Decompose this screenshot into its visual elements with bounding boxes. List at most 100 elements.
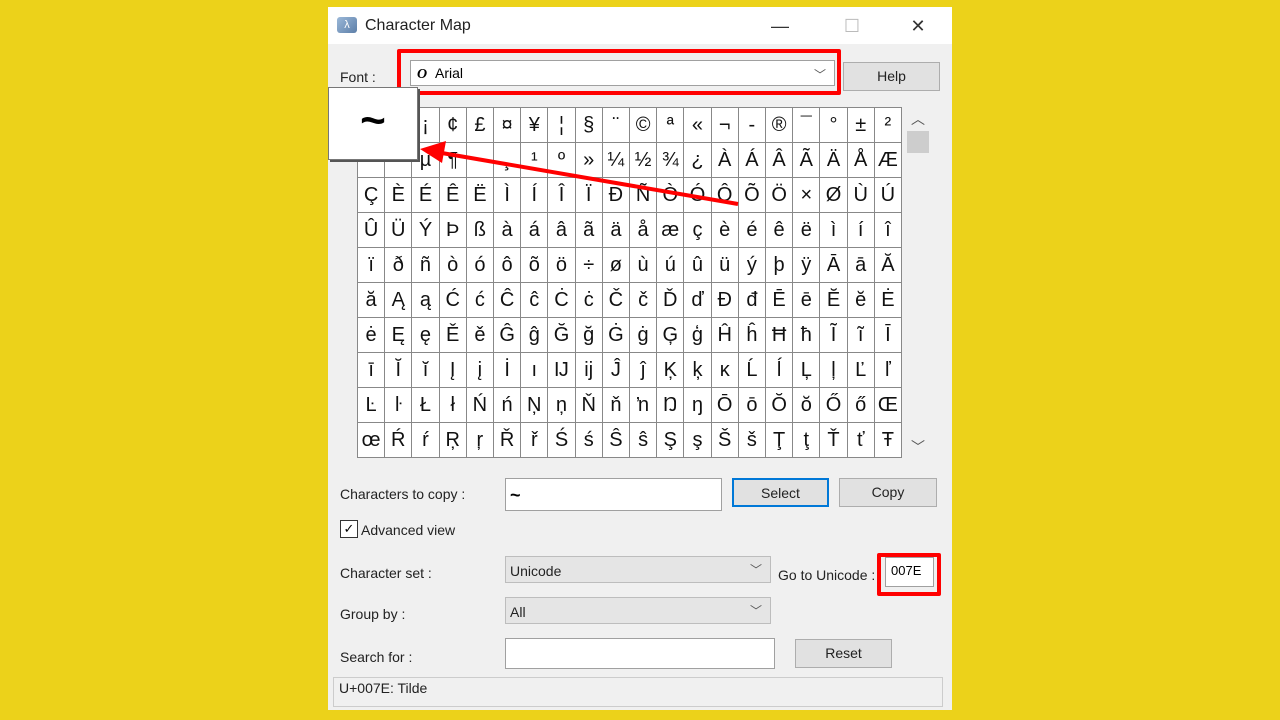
character-cell[interactable]: Ō: [711, 388, 739, 423]
character-cell[interactable]: ĭ: [412, 353, 440, 388]
character-cell[interactable]: ť: [847, 423, 875, 458]
character-cell[interactable]: Ŝ: [602, 423, 630, 458]
character-cell[interactable]: ŋ: [684, 388, 712, 423]
character-cell[interactable]: Ŗ: [439, 423, 467, 458]
character-cell[interactable]: Ŧ: [874, 423, 902, 458]
character-cell[interactable]: Ĺ: [738, 353, 766, 388]
character-cell[interactable]: Š: [711, 423, 739, 458]
character-cell[interactable]: Ř: [494, 423, 522, 458]
character-cell[interactable]: ė: [358, 318, 386, 353]
character-cell[interactable]: Ľ: [847, 353, 875, 388]
character-cell[interactable]: Ġ: [602, 318, 630, 353]
character-cell[interactable]: ě: [466, 318, 494, 353]
character-cell[interactable]: ř: [521, 423, 549, 458]
character-cell[interactable]: ň: [602, 388, 630, 423]
red-arrow: [420, 141, 739, 206]
character-cell[interactable]: Ŕ: [385, 423, 413, 458]
character-cell[interactable]: ŕ: [412, 423, 440, 458]
copy-button[interactable]: Copy: [839, 478, 937, 507]
character-cell[interactable]: Ŀ: [358, 388, 386, 423]
character-cell[interactable]: Ň: [575, 388, 603, 423]
character-cell[interactable]: Ĥ: [711, 318, 739, 353]
character-cell[interactable]: İ: [494, 353, 522, 388]
character-cell[interactable]: ĺ: [766, 353, 794, 388]
character-cell[interactable]: Ĝ: [494, 318, 522, 353]
character-cell[interactable]: Ś: [548, 423, 576, 458]
advanced-view-checkbox[interactable]: ✓: [340, 520, 358, 538]
character-cell[interactable]: ŉ: [630, 388, 658, 423]
character-cell[interactable]: Ķ: [657, 353, 685, 388]
character-map-window: λ Character Map — ☐ ✕ Font : O Arial ﹀ H…: [328, 7, 952, 710]
character-cell[interactable]: ŗ: [466, 423, 494, 458]
character-cell[interactable]: œ: [358, 423, 386, 458]
character-cell[interactable]: ĩ: [847, 318, 875, 353]
character-cell[interactable]: Ĵ: [602, 353, 630, 388]
character-cell[interactable]: ŝ: [630, 423, 658, 458]
character-cell[interactable]: Į: [439, 353, 467, 388]
character-cell[interactable]: ń: [494, 388, 522, 423]
group-by-label: Group by :: [340, 606, 406, 622]
character-cell[interactable]: ĥ: [738, 318, 766, 353]
character-cell[interactable]: ŏ: [793, 388, 821, 423]
character-cell[interactable]: Ĳ: [548, 353, 576, 388]
character-cell[interactable]: ĵ: [630, 353, 658, 388]
character-cell[interactable]: Œ: [874, 388, 902, 423]
character-cell[interactable]: ĳ: [575, 353, 603, 388]
character-cell[interactable]: ŀ: [385, 388, 413, 423]
character-cell[interactable]: Ę: [385, 318, 413, 353]
character-cell[interactable]: Ğ: [548, 318, 576, 353]
character-cell[interactable]: ģ: [684, 318, 712, 353]
character-cell[interactable]: Ĭ: [385, 353, 413, 388]
search-for-label: Search for :: [340, 649, 413, 665]
character-cell[interactable]: ł: [439, 388, 467, 423]
character-cell[interactable]: Ĩ: [820, 318, 848, 353]
character-cell[interactable]: Ť: [820, 423, 848, 458]
group-by-value: All: [510, 604, 526, 620]
character-cell[interactable]: ĸ: [711, 353, 739, 388]
select-button[interactable]: Select: [732, 478, 829, 507]
character-cell[interactable]: ġ: [630, 318, 658, 353]
character-set-label: Character set :: [340, 565, 432, 581]
character-cell[interactable]: ō: [738, 388, 766, 423]
character-set-value: Unicode: [510, 563, 562, 579]
character-cell[interactable]: ľ: [874, 353, 902, 388]
character-cell[interactable]: Ş: [657, 423, 685, 458]
reset-button[interactable]: Reset: [795, 639, 892, 668]
character-cell[interactable]: Ő: [820, 388, 848, 423]
character-cell[interactable]: Ń: [466, 388, 494, 423]
status-bar: U+007E: Tilde: [333, 677, 943, 707]
unicode-highlight-box: [877, 553, 941, 596]
character-cell[interactable]: ő: [847, 388, 875, 423]
character-cell[interactable]: Ŏ: [766, 388, 794, 423]
character-cell[interactable]: Ţ: [766, 423, 794, 458]
character-cell[interactable]: Ħ: [766, 318, 794, 353]
character-cell[interactable]: Ŋ: [657, 388, 685, 423]
character-cell[interactable]: ş: [684, 423, 712, 458]
character-cell[interactable]: ğ: [575, 318, 603, 353]
character-cell[interactable]: ī: [358, 353, 386, 388]
character-cell[interactable]: į: [466, 353, 494, 388]
group-by-dropdown[interactable]: All ﹀: [505, 597, 771, 624]
search-input[interactable]: [505, 638, 775, 669]
character-cell[interactable]: Ł: [412, 388, 440, 423]
character-cell[interactable]: ś: [575, 423, 603, 458]
character-cell[interactable]: ķ: [684, 353, 712, 388]
character-cell[interactable]: ħ: [793, 318, 821, 353]
character-cell[interactable]: Ņ: [521, 388, 549, 423]
character-set-dropdown[interactable]: Unicode ﹀: [505, 556, 771, 583]
characters-to-copy-input[interactable]: ~: [505, 478, 722, 511]
character-cell[interactable]: ņ: [548, 388, 576, 423]
character-cell[interactable]: Ě: [439, 318, 467, 353]
character-cell[interactable]: Ī: [874, 318, 902, 353]
characters-to-copy-label: Characters to copy :: [340, 486, 466, 502]
scroll-down-icon[interactable]: ﹀: [911, 437, 925, 457]
character-cell[interactable]: ţ: [793, 423, 821, 458]
character-cell[interactable]: Ģ: [657, 318, 685, 353]
character-cell[interactable]: Ļ: [793, 353, 821, 388]
character-cell[interactable]: ļ: [820, 353, 848, 388]
character-cell[interactable]: ę: [412, 318, 440, 353]
character-cell[interactable]: š: [738, 423, 766, 458]
character-cell[interactable]: ĝ: [521, 318, 549, 353]
character-cell[interactable]: ı: [521, 353, 549, 388]
go-to-unicode-label: Go to Unicode :: [778, 567, 876, 583]
